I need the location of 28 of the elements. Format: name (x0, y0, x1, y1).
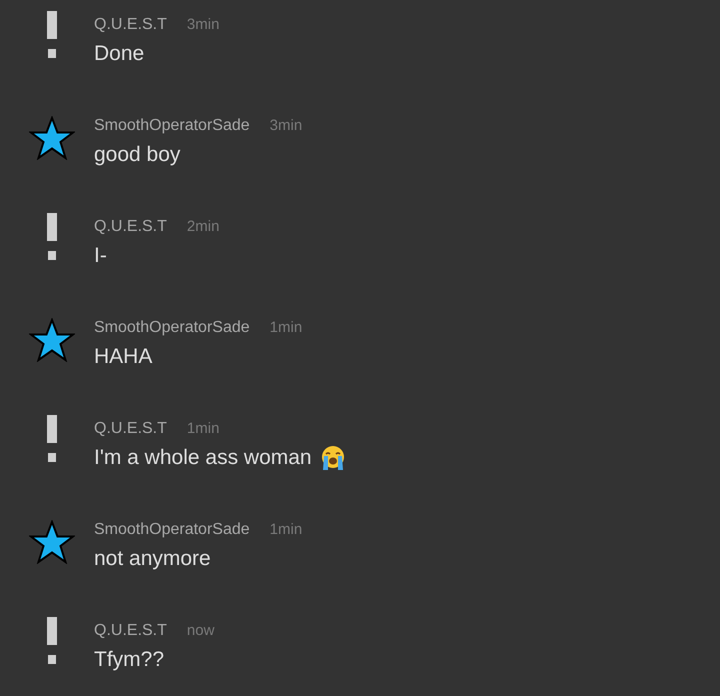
message-text: Done (94, 41, 144, 68)
message-text: HAHA (94, 344, 152, 370)
message-time: now (186, 621, 214, 641)
message-text: Tfym?? (94, 647, 164, 674)
author-name: Q.U.E.S.T (94, 419, 167, 439)
author-name: Q.U.E.S.T (94, 15, 167, 35)
exclamation-icon (47, 11, 57, 59)
message-text: good boy (94, 142, 180, 168)
author-name: Q.U.E.S.T (94, 621, 167, 641)
star-icon (29, 318, 75, 362)
star-icon (29, 520, 75, 564)
author-name: SmoothOperatorSade (94, 318, 250, 338)
message-text: not anymore (94, 546, 211, 572)
exclamation-icon (47, 213, 57, 261)
message-time: 3min (270, 116, 302, 136)
message-text: I- (94, 243, 107, 270)
message-time: 1min (270, 520, 302, 540)
message-text: I'm a whole ass woman (94, 445, 312, 472)
exclamation-icon (47, 617, 57, 665)
message-time: 3min (186, 15, 220, 35)
message-time: 2min (186, 217, 220, 237)
message-time: 1min (186, 419, 220, 439)
author-name: Q.U.E.S.T (94, 217, 167, 237)
author-name: SmoothOperatorSade (94, 520, 250, 540)
star-icon (29, 116, 75, 160)
author-name: SmoothOperatorSade (94, 116, 250, 136)
exclamation-icon (47, 415, 57, 463)
message-time: 1min (270, 318, 302, 338)
